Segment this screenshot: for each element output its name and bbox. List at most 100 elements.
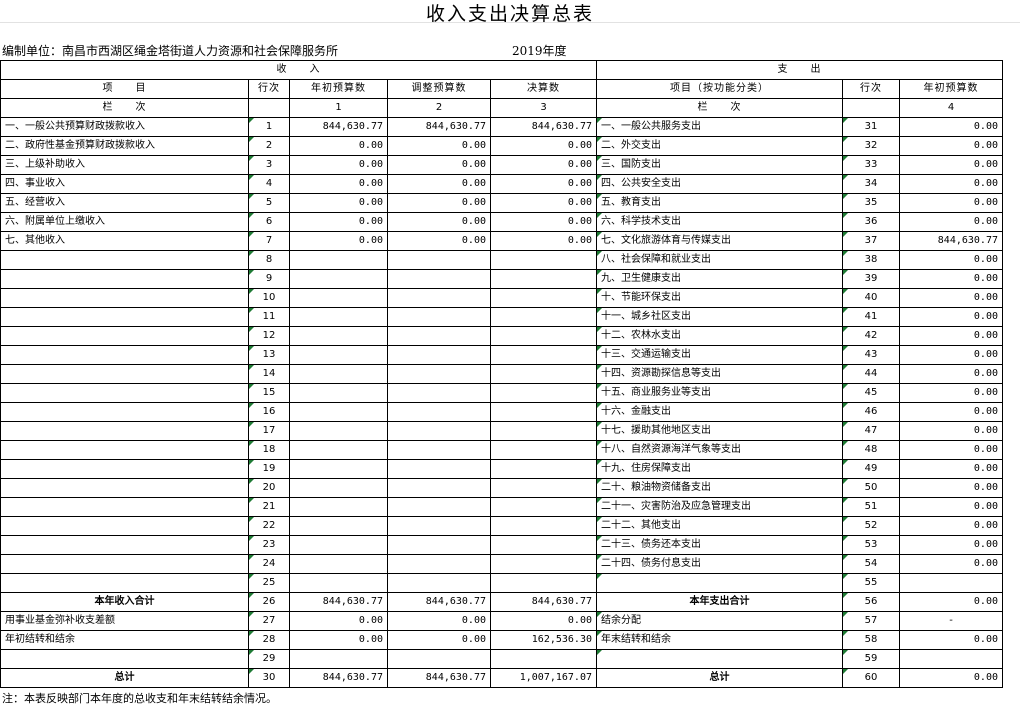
table-row: 七、其他收入 7 0.00 0.00 0.00 七、文化旅游体育与传媒支出 37 844,63… <box>0 231 1003 251</box>
income-adjusted-budget-cell: 0.00 <box>387 174 491 194</box>
expense-group-header: 支 出 <box>596 60 1003 80</box>
col-line-header: 行次 <box>248 79 290 99</box>
income-item-cell <box>0 478 249 498</box>
income-item-cell: 本年收入合计 <box>0 592 249 612</box>
expense-line-cell: 47 <box>842 421 900 441</box>
expense-line-cell: 57 <box>842 611 900 631</box>
income-adjusted-budget-cell: 0.00 <box>387 155 491 175</box>
income-item-cell: 七、其他收入 <box>0 231 249 251</box>
income-initial-budget-cell: 0.00 <box>289 155 388 175</box>
income-final-cell: 844,630.77 <box>490 117 597 137</box>
expense-item-cell: 总计 <box>596 668 843 688</box>
header-row-columns: 项 目 行次 年初预算数 调整预算数 决算数 项目（按功能分类） 行次 年初预算… <box>0 79 1003 99</box>
expense-line-cell: 59 <box>842 649 900 669</box>
income-line-cell: 15 <box>248 383 290 403</box>
order-blank <box>248 98 290 118</box>
income-line-cell: 1 <box>248 117 290 137</box>
order-blank-right <box>842 98 900 118</box>
income-line-cell: 22 <box>248 516 290 536</box>
expense-initial-budget-cell: 0.00 <box>899 174 1003 194</box>
income-adjusted-budget-cell: 0.00 <box>387 136 491 156</box>
income-final-cell: 0.00 <box>490 212 597 232</box>
income-final-cell <box>490 364 597 384</box>
expense-line-cell: 34 <box>842 174 900 194</box>
col-adjusted-budget-header: 调整预算数 <box>387 79 491 99</box>
table-row: 17 十七、援助其他地区支出 47 0.00 <box>0 421 1003 441</box>
income-final-cell <box>490 288 597 308</box>
income-line-cell: 19 <box>248 459 290 479</box>
income-adjusted-budget-cell <box>387 269 491 289</box>
income-item-cell: 四、事业收入 <box>0 174 249 194</box>
income-final-cell: 844,630.77 <box>490 592 597 612</box>
expense-line-cell: 58 <box>842 630 900 650</box>
income-line-cell: 7 <box>248 231 290 251</box>
expense-initial-budget-cell: 0.00 <box>899 668 1003 688</box>
order-n4: 4 <box>899 98 1003 118</box>
expense-initial-budget-cell: 0.00 <box>899 136 1003 156</box>
table-row: 16 十六、金融支出 46 0.00 <box>0 402 1003 422</box>
expense-item-cell: 三、国防支出 <box>596 155 843 175</box>
income-item-cell: 三、上级补助收入 <box>0 155 249 175</box>
income-item-cell <box>0 288 249 308</box>
table-row: 20 二十、粮油物资储备支出 50 0.00 <box>0 478 1003 498</box>
income-initial-budget-cell: 0.00 <box>289 231 388 251</box>
expense-item-cell: 六、科学技术支出 <box>596 212 843 232</box>
income-final-cell <box>490 554 597 574</box>
expense-initial-budget-cell: 0.00 <box>899 250 1003 270</box>
income-initial-budget-cell <box>289 402 388 422</box>
income-line-cell: 24 <box>248 554 290 574</box>
expense-item-cell: 八、社会保障和就业支出 <box>596 250 843 270</box>
income-adjusted-budget-cell <box>387 326 491 346</box>
expense-line-cell: 53 <box>842 535 900 555</box>
expense-initial-budget-cell <box>899 573 1003 593</box>
table-row: 12 十二、农林水支出 42 0.00 <box>0 326 1003 346</box>
income-line-cell: 29 <box>248 649 290 669</box>
expense-line-cell: 32 <box>842 136 900 156</box>
expense-item-cell: 十八、自然资源海洋气象等支出 <box>596 440 843 460</box>
expense-item-cell: 十三、交通运输支出 <box>596 345 843 365</box>
income-item-cell: 总计 <box>0 668 249 688</box>
income-initial-budget-cell <box>289 421 388 441</box>
income-adjusted-budget-cell <box>387 440 491 460</box>
table-row: 9 九、卫生健康支出 39 0.00 <box>0 269 1003 289</box>
expense-item-cell: 四、公共安全支出 <box>596 174 843 194</box>
income-final-cell <box>490 440 597 460</box>
expense-item-cell: 二十三、债务还本支出 <box>596 535 843 555</box>
income-item-cell <box>0 535 249 555</box>
expense-initial-budget-cell: 0.00 <box>899 516 1003 536</box>
table-row: 29 59 <box>0 649 1003 669</box>
income-line-cell: 17 <box>248 421 290 441</box>
expense-initial-budget-cell: 0.00 <box>899 497 1003 517</box>
income-line-cell: 12 <box>248 326 290 346</box>
income-line-cell: 5 <box>248 193 290 213</box>
income-adjusted-budget-cell <box>387 516 491 536</box>
table-row: 四、事业收入 4 0.00 0.00 0.00 四、公共安全支出 34 0.00 <box>0 174 1003 194</box>
income-final-cell <box>490 516 597 536</box>
income-item-cell: 六、附属单位上缴收入 <box>0 212 249 232</box>
expense-line-cell: 31 <box>842 117 900 137</box>
income-adjusted-budget-cell: 844,630.77 <box>387 117 491 137</box>
expense-initial-budget-cell: 0.00 <box>899 421 1003 441</box>
income-final-cell <box>490 326 597 346</box>
year-label: 2019年度 <box>512 44 567 58</box>
income-final-cell <box>490 307 597 327</box>
income-line-cell: 13 <box>248 345 290 365</box>
order-label: 栏 次 <box>0 98 249 118</box>
expense-line-cell: 46 <box>842 402 900 422</box>
income-item-cell: 一、一般公共预算财政拨款收入 <box>0 117 249 137</box>
table-row: 13 十三、交通运输支出 43 0.00 <box>0 345 1003 365</box>
income-initial-budget-cell <box>289 250 388 270</box>
income-adjusted-budget-cell <box>387 402 491 422</box>
income-initial-budget-cell <box>289 383 388 403</box>
expense-item-cell: 七、文化旅游体育与传媒支出 <box>596 231 843 251</box>
income-item-cell <box>0 250 249 270</box>
income-line-cell: 2 <box>248 136 290 156</box>
income-adjusted-budget-cell: 0.00 <box>387 630 491 650</box>
income-adjusted-budget-cell <box>387 535 491 555</box>
income-adjusted-budget-cell <box>387 497 491 517</box>
income-adjusted-budget-cell: 0.00 <box>387 212 491 232</box>
expense-line-cell: 38 <box>842 250 900 270</box>
expense-initial-budget-cell: 0.00 <box>899 212 1003 232</box>
expense-initial-budget-cell: 0.00 <box>899 326 1003 346</box>
income-adjusted-budget-cell <box>387 649 491 669</box>
